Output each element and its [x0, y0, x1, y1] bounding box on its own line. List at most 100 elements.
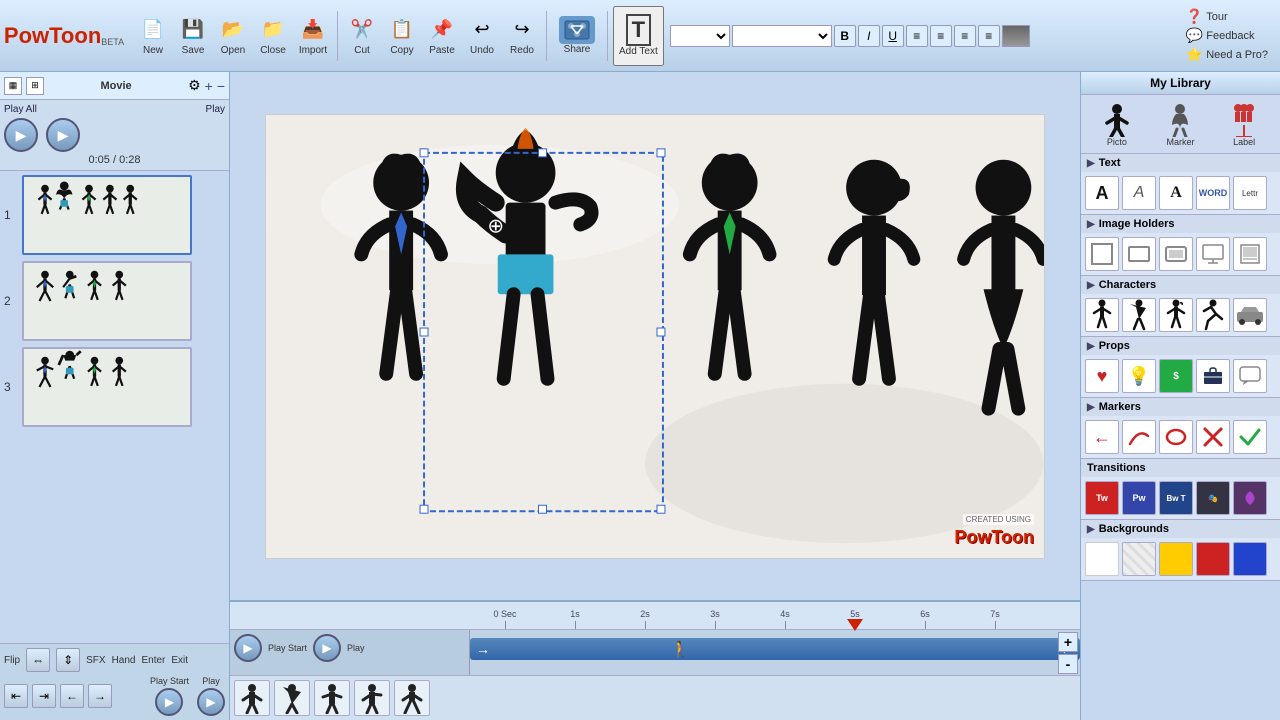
timeline-play-btn[interactable]: ▶ — [234, 634, 262, 662]
timeline-play-button[interactable]: ▶ — [197, 688, 225, 716]
save-button[interactable]: 💾 Save — [174, 6, 212, 66]
copy-button[interactable]: 📋 Copy — [383, 6, 421, 66]
library-picto-button[interactable]: Picto — [1095, 99, 1139, 149]
arrow-left-button[interactable]: ← — [60, 684, 84, 708]
text-item-word[interactable]: WORD — [1196, 176, 1230, 210]
marker-check[interactable] — [1233, 420, 1267, 454]
marker-x[interactable] — [1196, 420, 1230, 454]
align-center-button[interactable]: ≡ — [930, 25, 952, 47]
zoom-out-button[interactable]: - — [1058, 654, 1078, 674]
char-frame-5[interactable] — [394, 680, 430, 716]
char-action[interactable] — [1122, 298, 1156, 332]
holder-polaroid[interactable] — [1233, 237, 1267, 271]
open-button[interactable]: 📂 Open — [214, 6, 252, 66]
timeline-bar[interactable]: → 🚶 ← — [470, 638, 1080, 660]
tour-button[interactable]: ❓ Tour — [1186, 8, 1268, 25]
share-button[interactable]: Share — [552, 6, 602, 66]
holder-circle[interactable] — [1159, 237, 1193, 271]
new-button[interactable]: 📄 New — [134, 6, 172, 66]
image-holders-header[interactable]: ▶ Image Holders — [1081, 215, 1280, 233]
markers-header[interactable]: ▶ Markers — [1081, 398, 1280, 416]
movie-add-icon[interactable]: + — [205, 78, 213, 94]
slide-thumb-3[interactable] — [22, 347, 192, 427]
movie-settings-icon[interactable]: ⚙ — [188, 77, 201, 94]
transition-2[interactable]: Pw — [1122, 481, 1156, 515]
flip-v-button[interactable]: ⇕ — [56, 648, 80, 672]
char-running[interactable] — [1196, 298, 1230, 332]
movie-icon-btn-2[interactable]: ⊞ — [26, 77, 44, 95]
canvas-container[interactable]: ⊕ — [230, 72, 1080, 600]
marker-arrow-red[interactable]: ← — [1085, 420, 1119, 454]
text-item-letter[interactable]: Lettr — [1233, 176, 1267, 210]
text-item-a1[interactable]: A — [1085, 176, 1119, 210]
redo-button[interactable]: ↪ Redo — [503, 6, 541, 66]
transition-4[interactable]: 🎭 — [1196, 481, 1230, 515]
slide-thumb-1[interactable] — [22, 175, 192, 255]
prop-briefcase[interactable] — [1196, 359, 1230, 393]
cut-button[interactable]: ✂️ Cut — [343, 6, 381, 66]
transition-1[interactable]: Tw — [1085, 481, 1119, 515]
need-pro-button[interactable]: ⭐ Need a Pro? — [1186, 46, 1268, 63]
zoom-in-button[interactable]: + — [1058, 632, 1078, 652]
char-car[interactable] — [1233, 298, 1267, 332]
text-section-header[interactable]: ▶ Text — [1081, 154, 1280, 172]
char-frame-2[interactable] — [274, 680, 310, 716]
bold-button[interactable]: B — [834, 25, 856, 47]
transition-3[interactable]: Bw T — [1159, 481, 1193, 515]
bg-red[interactable] — [1196, 542, 1230, 576]
transitions-header[interactable]: Transitions — [1081, 459, 1280, 477]
font-family-select[interactable] — [670, 25, 730, 47]
slide-thumb-2[interactable] — [22, 261, 192, 341]
slide-item-3[interactable]: 3 — [4, 347, 225, 427]
slide-item-1[interactable]: 1 — [4, 175, 225, 255]
flip-h-button[interactable]: ⇔ — [26, 648, 50, 672]
timeline-tracks[interactable]: → 🚶 ← — [470, 630, 1080, 675]
movie-icon-btn-1[interactable]: ▦ — [4, 77, 22, 95]
holder-square[interactable] — [1085, 237, 1119, 271]
marker-curve[interactable] — [1122, 420, 1156, 454]
bg-white[interactable] — [1085, 542, 1119, 576]
prop-bulb[interactable]: 💡 — [1122, 359, 1156, 393]
movie-remove-icon[interactable]: − — [217, 78, 225, 94]
close-button[interactable]: 📁 Close — [254, 6, 292, 66]
prop-speech[interactable] — [1233, 359, 1267, 393]
library-label-button[interactable]: Label — [1222, 99, 1266, 149]
paste-button[interactable]: 📌 Paste — [423, 6, 461, 66]
holder-monitor[interactable] — [1196, 237, 1230, 271]
text-item-a2[interactable]: A — [1122, 176, 1156, 210]
prop-heart[interactable]: ♥ — [1085, 359, 1119, 393]
transition-5[interactable] — [1233, 481, 1267, 515]
underline-button[interactable]: U — [882, 25, 904, 47]
play-label[interactable]: Play — [206, 104, 225, 115]
italic-button[interactable]: I — [858, 25, 880, 47]
marker-circle-red[interactable] — [1159, 420, 1193, 454]
char-frame-1[interactable] — [234, 680, 270, 716]
char-standing[interactable] — [1085, 298, 1119, 332]
align-left-button[interactable]: ≡ — [906, 25, 928, 47]
text-item-a3[interactable]: A — [1159, 176, 1193, 210]
library-marker-button[interactable]: Marker — [1158, 99, 1202, 149]
import-button[interactable]: 📥 Import — [294, 6, 332, 66]
canvas-frame[interactable]: ⊕ — [265, 114, 1045, 559]
timeline-play-btn2[interactable]: ▶ — [313, 634, 341, 662]
undo-button[interactable]: ↩ Undo — [463, 6, 501, 66]
backgrounds-header[interactable]: ▶ Backgrounds — [1081, 520, 1280, 538]
prop-money[interactable]: $ — [1159, 359, 1193, 393]
props-header[interactable]: ▶ Props — [1081, 337, 1280, 355]
char-frame-4[interactable] — [354, 680, 390, 716]
bg-pattern[interactable] — [1122, 542, 1156, 576]
navigate-next-button[interactable]: ⇥ — [32, 684, 56, 708]
tl-arrow-left-icon[interactable]: → — [476, 641, 490, 657]
timeline-play-start-button[interactable]: ▶ — [155, 688, 183, 716]
add-text-button[interactable]: T Add Text — [613, 6, 664, 66]
char-female[interactable] — [1159, 298, 1193, 332]
bg-blue[interactable] — [1233, 542, 1267, 576]
play-button[interactable]: ▶ — [46, 118, 80, 152]
feedback-button[interactable]: 💬 Feedback — [1186, 27, 1268, 44]
arrow-right-button[interactable]: → — [88, 684, 112, 708]
font-size-select[interactable] — [732, 25, 832, 47]
text-color-swatch[interactable] — [1002, 25, 1030, 47]
holder-rect1[interactable] — [1122, 237, 1156, 271]
navigate-prev-button[interactable]: ⇤ — [4, 684, 28, 708]
align-right-button[interactable]: ≡ — [954, 25, 976, 47]
